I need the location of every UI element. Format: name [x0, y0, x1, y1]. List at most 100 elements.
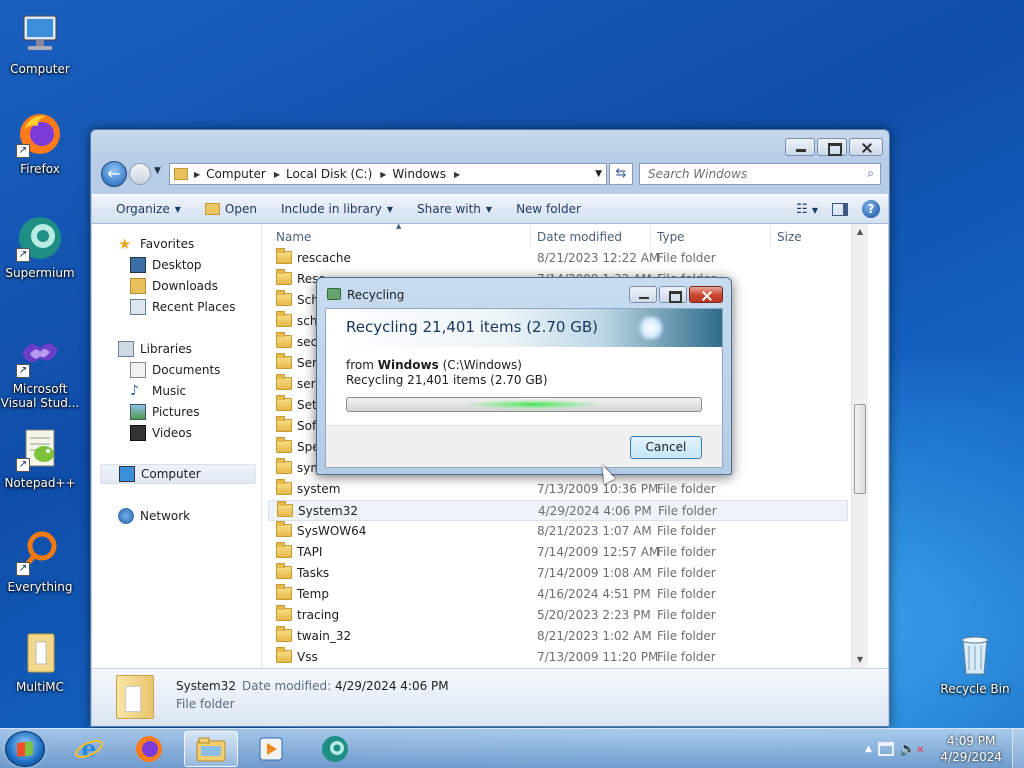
chevron-right-icon[interactable]: ▶	[454, 170, 460, 179]
scroll-down-arrow[interactable]: ▼	[852, 652, 868, 668]
open-button[interactable]: Open	[193, 202, 269, 216]
table-row[interactable]: twain_32 8/21/2023 1:02 AM File folder	[268, 626, 848, 647]
taskbar-supermium[interactable]	[308, 731, 362, 767]
cancel-button[interactable]: Cancel	[630, 436, 702, 459]
include-in-library-button[interactable]: Include in library ▼	[269, 202, 405, 216]
back-button[interactable]: ←	[101, 161, 127, 187]
nav-favorites[interactable]: ★ Favorites	[118, 234, 194, 254]
nav-documents[interactable]: Documents	[130, 360, 220, 380]
desktop-icon-computer[interactable]: Computer	[0, 10, 80, 76]
folder-open-icon	[204, 203, 220, 215]
desktop-icon-label: Everything	[7, 580, 73, 594]
nav-music[interactable]: ♪ Music	[130, 381, 186, 401]
dialog-maximize-button[interactable]	[659, 286, 687, 303]
view-options-icon[interactable]: ☷ ▼	[796, 202, 818, 217]
nav-label: Favorites	[140, 237, 195, 251]
file-date-modified: 8/21/2023 1:02 AM	[537, 629, 652, 643]
desktop-icon-visual-studio[interactable]: ↗ Microsoft Visual Stud...	[0, 330, 80, 410]
nav-videos[interactable]: Videos	[130, 423, 192, 443]
desktop-icon-label: Firefox	[20, 162, 60, 176]
shortcut-arrow-icon: ↗	[16, 458, 30, 472]
forward-button[interactable]	[129, 163, 151, 185]
organize-button[interactable]: Organize ▼	[92, 202, 193, 216]
refresh-button[interactable]: ⇆	[609, 163, 633, 185]
desktop-icon-firefox[interactable]: ↗ Firefox	[0, 110, 80, 176]
show-desktop-button[interactable]	[1012, 729, 1024, 768]
scroll-thumb[interactable]	[854, 404, 866, 494]
chevron-right-icon[interactable]: ▶	[380, 170, 386, 179]
file-date-modified: 7/13/2009 10:36 PM	[537, 482, 659, 496]
new-folder-button[interactable]: New folder	[504, 202, 593, 216]
column-size[interactable]: Size	[777, 230, 802, 244]
taskbar-media-player[interactable]	[244, 731, 298, 767]
address-bar[interactable]: ▶ Computer ▶ Local Disk (C:) ▶ Windows ▶ ▼	[169, 163, 607, 185]
desktop-icon-label: Recycle Bin	[940, 682, 1010, 696]
breadcrumb-local-disk[interactable]: Local Disk (C:)	[286, 167, 372, 181]
taskbar-firefox[interactable]	[122, 731, 176, 767]
vertical-scrollbar[interactable]: ▲ ▼	[851, 224, 868, 668]
minimize-button[interactable]	[785, 138, 815, 156]
dialog-body: Recycling 21,401 items (2.70 GB) from Wi…	[325, 308, 723, 468]
chevron-right-icon[interactable]: ▶	[274, 170, 280, 179]
nav-label: Recent Places	[152, 300, 236, 314]
breadcrumb-windows[interactable]: Windows	[392, 167, 446, 181]
nav-libraries[interactable]: Libraries	[118, 339, 192, 359]
column-type[interactable]: Type	[657, 230, 685, 244]
maximize-button[interactable]	[817, 138, 847, 156]
search-input[interactable]: Search Windows ⌕	[639, 163, 881, 185]
network-status-icon[interactable]	[877, 742, 894, 756]
chevron-right-icon[interactable]: ▶	[194, 170, 200, 179]
navigation-bar: ← ▼ ▶ Computer ▶ Local Disk (C:) ▶ Windows…	[99, 160, 885, 188]
table-row[interactable]: tracing 5/20/2023 2:23 PM File folder	[268, 605, 848, 626]
start-button[interactable]	[5, 731, 45, 767]
column-date-modified[interactable]: Date modified	[537, 230, 622, 244]
table-row[interactable]: rescache 8/21/2023 12:22 AM File folder	[268, 248, 848, 269]
nav-label: Computer	[141, 467, 201, 481]
scroll-up-arrow[interactable]: ▲	[852, 224, 868, 240]
help-icon[interactable]: ?	[862, 200, 880, 218]
nav-computer[interactable]: Computer	[100, 464, 256, 484]
column-name[interactable]: Name	[276, 230, 311, 244]
volume-muted-icon[interactable]: 🔈✕	[900, 742, 925, 757]
details-type: File folder	[176, 697, 235, 711]
dialog-minimize-button[interactable]	[629, 286, 657, 303]
search-icon[interactable]: ⌕	[867, 166, 874, 181]
nav-network[interactable]: Network	[118, 506, 190, 526]
taskbar-internet-explorer[interactable]: e	[62, 731, 116, 767]
table-row[interactable]: System32 4/29/2024 4:06 PM File folder	[268, 500, 848, 521]
folder-icon	[276, 395, 292, 411]
taskbar: e ▲ 🔈✕ 4:09 PM 4/29/2024	[0, 728, 1024, 768]
clock[interactable]: 4:09 PM 4/29/2024	[940, 733, 1002, 765]
table-row[interactable]: Vss 7/13/2009 11:20 PM File folder	[268, 647, 848, 668]
share-with-button[interactable]: Share with ▼	[405, 202, 504, 216]
recent-pages-dropdown[interactable]: ▼	[154, 166, 161, 176]
close-button[interactable]	[849, 138, 883, 156]
nav-pictures[interactable]: Pictures	[130, 402, 200, 422]
desktop-icon-multimc[interactable]: MultiMC	[0, 628, 80, 694]
breadcrumb-computer[interactable]: Computer	[206, 167, 266, 181]
table-row[interactable]: SysWOW64 8/21/2023 1:07 AM File folder	[268, 521, 848, 542]
table-row[interactable]: system 7/13/2009 10:36 PM File folder	[268, 479, 848, 500]
table-row[interactable]: Tasks 7/14/2009 1:08 AM File folder	[268, 563, 848, 584]
desktop-icon-recycle-bin[interactable]: Recycle Bin	[935, 630, 1015, 696]
file-name: SysWOW64	[297, 524, 367, 538]
recycling-dialog[interactable]: Recycling Recycling 21,401 items (2.70 G…	[316, 277, 732, 475]
table-row[interactable]: Temp 4/16/2024 4:51 PM File folder	[268, 584, 848, 605]
table-row[interactable]: TAPI 7/14/2009 12:57 AM File folder	[268, 542, 848, 563]
desktop-icon-everything[interactable]: ↗ Everything	[0, 528, 80, 594]
file-name: Vss	[297, 650, 318, 664]
preview-pane-icon[interactable]	[832, 202, 848, 216]
taskbar-explorer[interactable]	[184, 731, 238, 767]
nav-desktop[interactable]: Desktop	[130, 255, 202, 275]
nav-label: Network	[140, 509, 191, 523]
nav-downloads[interactable]: Downloads	[130, 276, 218, 296]
share-label: Share with	[417, 202, 481, 216]
source-line: from Windows (C:\Windows)	[346, 358, 522, 372]
visual-studio-icon: ↗	[16, 330, 64, 378]
desktop-icon-supermium[interactable]: ↗ Supermium	[0, 214, 80, 280]
address-dropdown[interactable]: ▼	[595, 169, 602, 179]
dialog-close-button[interactable]	[689, 286, 723, 303]
desktop-icon-notepadpp[interactable]: ↗ Notepad++	[0, 424, 80, 490]
nav-recent-places[interactable]: Recent Places	[130, 297, 235, 317]
show-hidden-icons[interactable]: ▲	[865, 744, 872, 754]
